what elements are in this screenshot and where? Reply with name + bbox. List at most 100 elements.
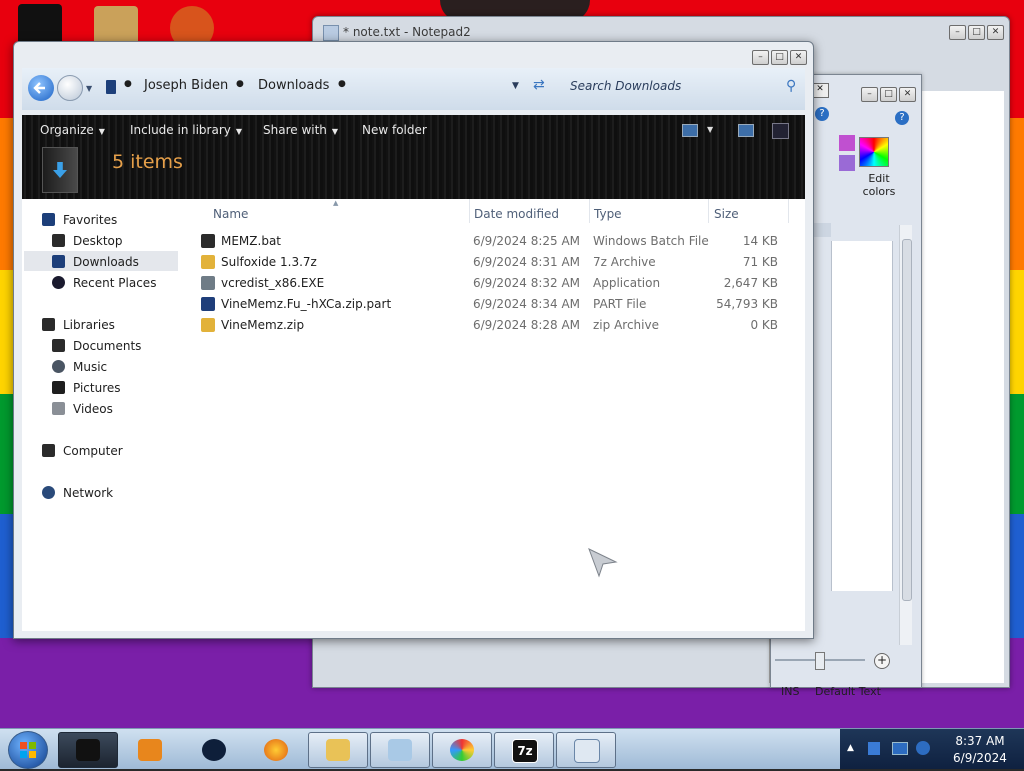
back-button[interactable] [28,75,54,101]
column-size[interactable]: Size [714,207,739,221]
maximize-button[interactable]: □ [880,87,897,102]
new-folder-button[interactable]: New folder [362,123,427,137]
nav-computer[interactable]: Computer [42,444,123,458]
file-type: Windows Batch File [593,234,709,248]
maximize-button[interactable]: □ [968,25,985,40]
tray-icon[interactable] [868,742,880,755]
column-date-modified[interactable]: Date modified [474,207,559,221]
file-row[interactable]: MEMZ.bat 6/9/2024 8:25 AM Windows Batch Fi… [193,231,793,252]
breadcrumb-separator[interactable]: ● [124,79,132,89]
help-icon[interactable]: ? [895,111,909,125]
recent-pages-chevron-icon[interactable]: ▼ [86,84,92,93]
column-divider[interactable] [788,199,789,223]
view-chevron-down-icon[interactable]: ▼ [707,125,713,134]
taskbar: 7z ▲ 8:37 AM 6/9/2024 [0,728,1024,769]
file-row[interactable]: VineMemz.Fu_-hXCa.zip.part 6/9/2024 8:34 … [193,294,793,315]
nav-desktop[interactable]: Desktop [52,234,123,248]
taskbar-paint-button[interactable] [432,732,492,768]
file-row[interactable]: vcredist_x86.EXE 6/9/2024 8:32 AM Applicat… [193,273,793,294]
breadcrumb-downloads[interactable]: Downloads [258,78,329,93]
close-button[interactable]: ✕ [987,25,1004,40]
maximize-button[interactable]: □ [771,50,788,65]
show-hidden-icons-chevron-icon[interactable]: ▲ [847,743,854,753]
sort-ascending-icon: ▲ [333,199,339,207]
nav-recent-places-label: Recent Places [73,276,157,290]
chevron-down-icon: ▼ [331,127,339,136]
search-icon[interactable]: ⚲ [786,78,796,94]
clock-time[interactable]: 8:37 AM [940,734,1020,748]
help-icon[interactable] [772,123,789,139]
breadcrumb-separator[interactable]: ● [338,79,346,89]
status-text: Default Text [815,685,881,698]
search-input[interactable]: Search Downloads [570,79,681,93]
edit-colors-button[interactable]: Edit colors [855,172,903,198]
nav-network[interactable]: Network [42,486,113,500]
taskbar-app-button[interactable] [184,732,244,768]
explorer-icon [76,739,100,761]
taskbar-explorer-button[interactable] [58,732,118,768]
volume-tray-icon[interactable] [916,741,930,755]
close-button[interactable]: ✕ [790,50,807,65]
clock-date[interactable]: 6/9/2024 [940,751,1020,765]
paint-canvas[interactable] [831,241,893,591]
breadcrumb-separator[interactable]: ● [236,79,244,89]
forward-button[interactable] [57,75,83,101]
close-button[interactable]: ✕ [899,87,916,102]
minimize-button[interactable]: – [949,25,966,40]
download-arrow-icon [53,162,67,178]
taskbar-folder-button[interactable] [308,732,368,768]
view-options-icon[interactable] [682,124,698,137]
nav-recent-places[interactable]: Recent Places [52,276,156,290]
nav-favorites[interactable]: Favorites [42,213,117,227]
nav-documents[interactable]: Documents [52,339,141,353]
file-name: VineMemz.Fu_-hXCa.zip.part [221,297,392,311]
edit-colors-icon[interactable] [859,137,889,167]
column-divider[interactable] [589,199,590,223]
column-type[interactable]: Type [594,207,622,221]
zoom-in-button[interactable]: + [874,653,890,669]
taskbar-notepad-button[interactable] [370,732,430,768]
explorer-window: – □ ✕ ▼ ● Joseph Biden ● Downloads ● ▼ ⇄… [13,41,814,639]
nav-pictures[interactable]: Pictures [52,381,121,395]
firefox-icon [264,739,288,761]
share-with-menu[interactable]: Share with ▼ [263,123,338,137]
network-tray-icon[interactable] [892,742,908,755]
nav-libraries[interactable]: Libraries [42,318,115,332]
star-icon [42,213,55,226]
taskbar-firefox-button[interactable] [246,732,306,768]
taskbar-wordpad-button[interactable] [556,732,616,768]
color-swatch[interactable] [839,155,855,171]
address-dropdown-chevron-icon[interactable]: ▼ [512,81,519,91]
minimize-button[interactable]: – [861,87,878,102]
column-name[interactable]: Name [213,207,248,221]
nav-videos[interactable]: Videos [52,402,113,416]
help-icon[interactable]: ? [815,107,829,121]
back-arrow-icon [33,82,45,94]
file-type: 7z Archive [593,255,656,269]
recent-places-icon [52,276,65,289]
vertical-scrollbar[interactable] [899,225,912,645]
mouse-cursor-icon [588,548,618,578]
taskbar-7zip-button[interactable]: 7z [494,732,554,768]
desktop-icon [52,234,65,247]
scrollbar-thumb[interactable] [902,239,912,601]
refresh-icon[interactable]: ⇄ [533,77,545,93]
minimize-button[interactable]: – [752,50,769,65]
file-name: VineMemz.zip [221,318,305,332]
nav-music[interactable]: Music [52,360,107,374]
organize-menu[interactable]: Organize ▼ [40,123,105,137]
file-row[interactable]: Sulfoxide 1.3.7z 6/9/2024 8:31 AM 7z Archi… [193,252,793,273]
nav-downloads[interactable]: Downloads [24,251,178,271]
file-row[interactable]: VineMemz.zip 6/9/2024 8:28 AM zip Archive 0… [193,315,793,336]
start-button[interactable] [8,731,48,769]
preview-pane-icon[interactable] [738,124,754,137]
taskbar-media-player-button[interactable] [120,732,180,768]
file-size: 2,647 KB [723,276,778,290]
column-divider[interactable] [708,199,709,223]
breadcrumb-joseph-biden[interactable]: Joseph Biden [144,78,228,93]
file-type: PART File [593,297,647,311]
column-divider[interactable] [469,199,470,223]
zoom-slider-thumb[interactable] [815,652,825,670]
color-swatch[interactable] [839,135,855,151]
include-in-library-menu[interactable]: Include in library ▼ [130,123,242,137]
